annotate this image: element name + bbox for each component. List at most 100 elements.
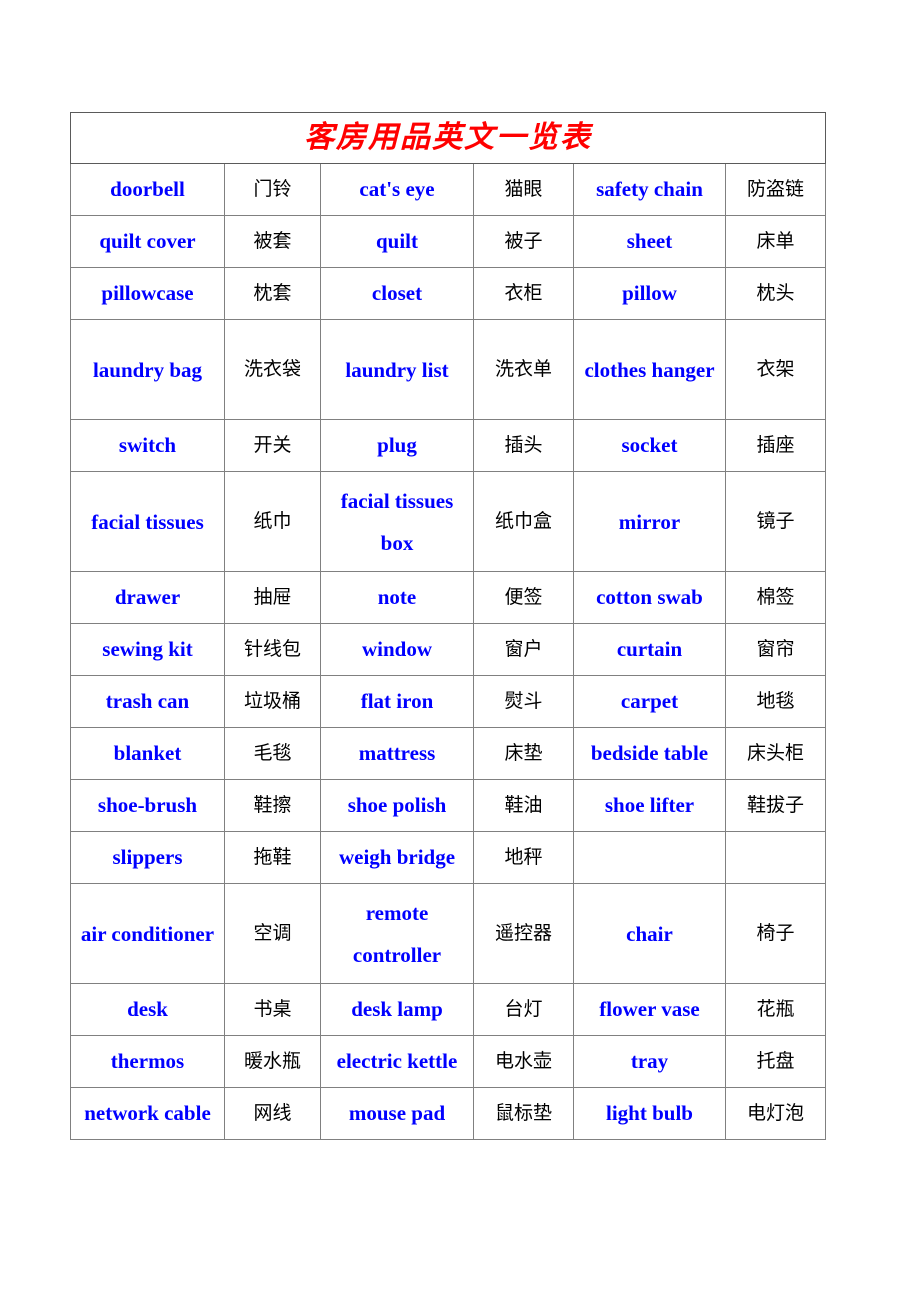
cell-chinese: 猫眼 <box>473 163 574 216</box>
english-term: cotton swab <box>596 585 703 610</box>
english-term: drawer <box>114 585 181 610</box>
document-page: 客房用品英文一览表 doorbell 门铃 cat's eye 猫眼 safety ch… <box>0 0 920 1302</box>
chinese-term: 棉签 <box>756 585 795 608</box>
cell-english: shoe polish <box>320 779 474 832</box>
cell-chinese: 鞋擦 <box>224 779 321 832</box>
english-term: carpet <box>620 689 679 714</box>
cell-english: trash can <box>70 675 225 728</box>
cell-chinese: 网线 <box>224 1087 321 1140</box>
chinese-term: 床单 <box>756 229 795 252</box>
cell-english: tray <box>573 1035 726 1088</box>
cell-chinese: 花瓶 <box>724 983 827 1036</box>
cell-english: pillow <box>573 267 726 320</box>
english-term: plug <box>377 433 417 458</box>
cell-english: light bulb <box>573 1087 726 1140</box>
english-term: facial tissues box <box>340 488 454 555</box>
cell-english <box>573 831 726 884</box>
cell-chinese: 垃圾桶 <box>224 675 321 728</box>
english-term: mattress <box>358 741 436 766</box>
english-term: flower vase <box>599 997 700 1022</box>
english-term: sheet <box>626 229 673 254</box>
chinese-term: 网线 <box>253 1101 292 1124</box>
cell-chinese: 衣架 <box>724 319 827 420</box>
english-term: quilt <box>375 229 419 254</box>
cell-chinese: 窗帘 <box>724 623 827 676</box>
cell-chinese: 枕头 <box>724 267 827 320</box>
english-term: doorbell <box>110 177 185 202</box>
cell-chinese: 鞋拔子 <box>724 779 827 832</box>
cell-english: closet <box>320 267 474 320</box>
english-term: network cable <box>84 1101 211 1126</box>
cell-chinese: 门铃 <box>224 163 321 216</box>
cell-chinese: 镜子 <box>724 471 827 572</box>
cell-chinese: 防盗链 <box>724 163 827 216</box>
cell-chinese: 床单 <box>724 215 827 268</box>
english-term: safety chain <box>596 177 703 202</box>
chinese-term: 针线包 <box>243 637 301 660</box>
chinese-term: 枕头 <box>756 281 795 304</box>
table-row: facial tissues 纸巾 facial tissues box 纸巾盒 mir… <box>70 471 827 572</box>
table-row: blanket 毛毯 mattress 床垫 bedside table 床头柜 <box>70 727 827 780</box>
chinese-term: 被套 <box>253 229 292 252</box>
english-term: closet <box>371 281 423 306</box>
cell-english: laundry list <box>320 319 474 420</box>
table-row: switch 开关 plug 插头 socket 插座 <box>70 419 827 472</box>
english-term: mouse pad <box>348 1101 446 1126</box>
chinese-term: 地毯 <box>756 689 795 712</box>
chinese-term: 电水壶 <box>494 1049 552 1072</box>
chinese-term: 洗衣袋 <box>243 357 301 380</box>
cell-chinese: 床头柜 <box>724 727 827 780</box>
table-row: laundry bag 洗衣袋 laundry list 洗衣单 clothes han… <box>70 319 827 420</box>
table-row: sewing kit 针线包 window 窗户 curtain 窗帘 <box>70 623 827 676</box>
chinese-term: 窗帘 <box>756 637 795 660</box>
table-body: 客房用品英文一览表 doorbell 门铃 cat's eye 猫眼 safety ch… <box>69 112 827 1140</box>
cell-english: facial tissues <box>70 471 225 572</box>
cell-chinese: 鼠标垫 <box>473 1087 574 1140</box>
chinese-term: 洗衣单 <box>494 357 552 380</box>
cell-chinese: 插座 <box>724 419 827 472</box>
cell-english: network cable <box>70 1087 225 1140</box>
english-term: shoe polish <box>347 793 447 818</box>
cell-chinese: 暖水瓶 <box>224 1035 321 1088</box>
chinese-term: 暖水瓶 <box>243 1049 301 1072</box>
english-term: air conditioner <box>80 921 215 946</box>
chinese-term: 空调 <box>253 921 292 944</box>
cell-chinese: 地毯 <box>724 675 827 728</box>
cell-chinese: 抽屉 <box>224 571 321 624</box>
cell-chinese: 拖鞋 <box>224 831 321 884</box>
cell-english: window <box>320 623 474 676</box>
table-row: doorbell 门铃 cat's eye 猫眼 safety chain 防盗链 <box>70 163 827 216</box>
english-term: flat iron <box>360 689 434 714</box>
english-term: facial tissues <box>91 509 204 534</box>
table-row: network cable 网线 mouse pad 鼠标垫 light bulb 电灯泡 <box>70 1087 827 1140</box>
english-term: switch <box>118 433 177 458</box>
cell-chinese: 衣柜 <box>473 267 574 320</box>
english-term: desk lamp <box>351 997 443 1022</box>
english-term: weigh bridge <box>338 845 456 870</box>
cell-chinese: 空调 <box>224 883 321 984</box>
chinese-term: 鞋油 <box>504 793 543 816</box>
cell-chinese: 椅子 <box>724 883 827 984</box>
english-term: trash can <box>105 689 190 714</box>
english-term: light bulb <box>606 1101 693 1126</box>
chinese-term: 熨斗 <box>504 689 543 712</box>
cell-chinese: 纸巾盒 <box>473 471 574 572</box>
cell-english: sewing kit <box>70 623 225 676</box>
chinese-term: 窗户 <box>504 637 543 660</box>
chinese-term: 衣柜 <box>504 281 543 304</box>
chinese-term: 鞋擦 <box>253 793 292 816</box>
page-title: 客房用品英文一览表 <box>304 120 593 155</box>
cell-english: slippers <box>70 831 225 884</box>
cell-english: mouse pad <box>320 1087 474 1140</box>
chinese-term: 防盗链 <box>747 177 805 200</box>
chinese-term: 遥控器 <box>494 921 552 944</box>
chinese-term: 地秤 <box>504 845 543 868</box>
cell-chinese: 书桌 <box>224 983 321 1036</box>
cell-english: chair <box>573 883 726 984</box>
cell-english: shoe-brush <box>70 779 225 832</box>
chinese-term: 纸巾盒 <box>494 509 552 532</box>
chinese-term: 垃圾桶 <box>243 689 301 712</box>
cell-chinese: 开关 <box>224 419 321 472</box>
chinese-term: 插座 <box>756 433 795 456</box>
english-term: pillowcase <box>101 281 194 306</box>
